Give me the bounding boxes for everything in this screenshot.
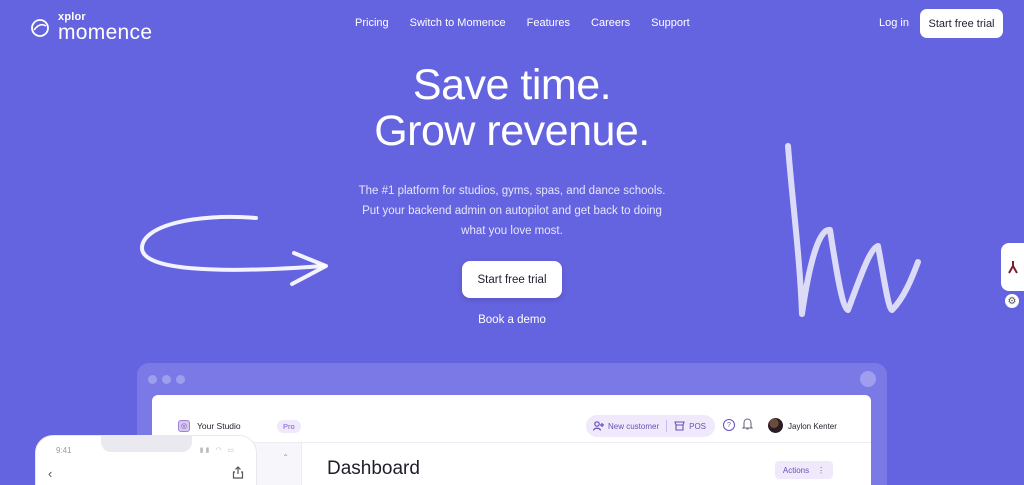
phone-mockup: 9:41 ▮▮ ◠ ▭ ‹ — [35, 435, 257, 485]
gear-icon[interactable]: ⚙ — [1005, 294, 1019, 308]
arrow-scribble-decoration — [139, 214, 328, 286]
hero-title-line2: Grow revenue. — [374, 107, 650, 155]
shop-icon — [674, 421, 685, 431]
hero-subtitle: The #1 platform for studios, gyms, spas,… — [342, 181, 682, 241]
actions-button[interactable]: Actions ⋮ — [775, 461, 833, 479]
nav-item-pricing[interactable]: Pricing — [355, 17, 389, 29]
main-nav: Pricing Switch to Momence Features Caree… — [355, 17, 690, 29]
window-dot — [162, 375, 171, 384]
chevron-up-icon[interactable]: ⌃ — [282, 453, 289, 462]
page-title: Dashboard — [327, 458, 420, 479]
phone-status-icons: ▮▮ ◠ ▭ — [199, 447, 236, 454]
plan-badge: Pro — [277, 420, 301, 433]
brand-logo[interactable]: xplor momence — [30, 12, 152, 43]
new-customer-label: New customer — [608, 421, 660, 431]
new-customer-button[interactable]: New customer — [586, 421, 666, 431]
window-dot — [148, 375, 157, 384]
window-dot — [176, 375, 185, 384]
login-link[interactable]: Log in — [879, 17, 909, 29]
studio-selector[interactable]: ◎ Your Studio — [178, 420, 241, 432]
quick-actions: New customer POS — [586, 415, 715, 437]
share-icon[interactable] — [232, 466, 244, 479]
app-topbar — [152, 395, 871, 443]
person-plus-icon — [593, 421, 604, 431]
pos-label: POS — [689, 421, 707, 431]
hero-start-trial-button[interactable]: Start free trial — [462, 261, 562, 298]
nav-item-support[interactable]: Support — [651, 17, 690, 29]
window-round-button — [860, 371, 876, 387]
nav-item-features[interactable]: Features — [527, 17, 570, 29]
brand-name: momence — [58, 21, 153, 44]
hero-title-line1: Save time. — [412, 61, 612, 109]
chevron-left-icon[interactable]: ‹ — [48, 466, 52, 481]
bell-icon[interactable] — [742, 418, 753, 430]
avatar[interactable] — [768, 418, 783, 433]
studio-name: Your Studio — [197, 421, 241, 431]
hero-subtitle-line2: Put your backend admin on autopilot and … — [362, 205, 662, 217]
dashboard-app: ◎ Your Studio Pro ⌃ New customer POS ? J… — [152, 395, 871, 485]
studio-icon: ◎ — [178, 420, 190, 432]
more-vertical-icon: ⋮ — [817, 465, 826, 475]
nav-item-careers[interactable]: Careers — [591, 17, 630, 29]
nav-item-switch[interactable]: Switch to Momence — [410, 17, 506, 29]
squiggle-decoration — [785, 143, 921, 317]
user-name: Jaylon Kenter — [788, 422, 837, 431]
header-start-trial-button[interactable]: Start free trial — [920, 9, 1003, 38]
side-feedback-widget[interactable] — [1001, 243, 1024, 291]
pos-button[interactable]: POS — [667, 421, 713, 431]
actions-label: Actions — [782, 465, 810, 475]
hero-subtitle-line1: The #1 platform for studios, gyms, spas,… — [358, 185, 666, 197]
phone-notch — [101, 435, 192, 452]
logo-ring-icon — [31, 18, 49, 37]
brand-widget-icon — [1007, 261, 1018, 274]
hero-subtitle-line3: what you love most. — [461, 225, 563, 237]
help-icon[interactable]: ? — [723, 419, 735, 431]
phone-time: 9:41 — [56, 446, 72, 455]
book-demo-text[interactable]: Book a demo — [478, 314, 546, 326]
